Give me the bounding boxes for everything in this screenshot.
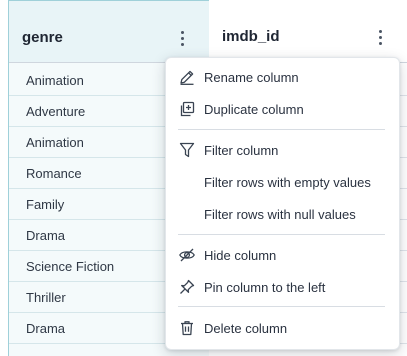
trash-icon <box>178 319 196 337</box>
column-menu-kebab-icon[interactable] <box>371 27 389 47</box>
column-title-imdb-id: imdb_id <box>222 28 280 45</box>
filter-empty-values-item[interactable]: Filter rows with empty values <box>166 168 399 198</box>
hide-column-item[interactable]: Hide column <box>166 241 399 271</box>
eye-off-icon <box>178 246 196 264</box>
rename-column-item[interactable]: Rename column <box>166 63 399 93</box>
delete-column-item[interactable]: Delete column <box>166 314 399 344</box>
filter-null-values-item[interactable]: Filter rows with null values <box>166 200 399 230</box>
column-header-imdb-id[interactable]: imdb_id <box>209 0 407 63</box>
column-title-genre: genre <box>22 29 63 46</box>
pin-icon <box>178 278 196 296</box>
column-menu-kebab-icon[interactable] <box>173 28 191 48</box>
menu-divider <box>178 129 385 130</box>
menu-divider <box>178 306 385 307</box>
pin-column-left-item[interactable]: Pin column to the left <box>166 273 399 303</box>
menu-divider <box>178 234 385 235</box>
filter-icon <box>178 141 196 159</box>
column-context-menu: Rename column Duplicate column Filter co… <box>165 57 400 350</box>
duplicate-column-item[interactable]: Duplicate column <box>166 95 399 125</box>
duplicate-icon <box>178 100 196 118</box>
pencil-icon <box>178 68 196 86</box>
column-header-genre[interactable]: genre <box>9 0 209 63</box>
filter-column-item[interactable]: Filter column <box>166 136 399 166</box>
